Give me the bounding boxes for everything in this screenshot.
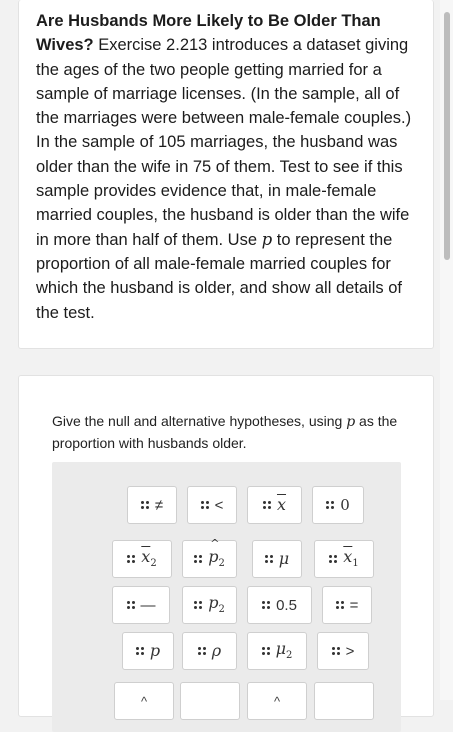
tile-equals[interactable]: = (322, 586, 372, 624)
tile-label-base: p (208, 538, 219, 565)
tile-label: — (140, 596, 156, 614)
tile-label: > (345, 642, 355, 660)
drag-handle-icon (197, 647, 206, 655)
tile-p-2[interactable]: p2 (182, 586, 237, 624)
tile-label: p2 (208, 595, 225, 615)
tile-p-hat-2[interactable]: p2 (182, 538, 237, 578)
tile-mu-2[interactable]: μ2 (247, 632, 307, 670)
question-prompt: Give the null and alternative hypotheses… (52, 411, 402, 454)
tile-label-base: x (343, 547, 353, 566)
tile-not-equal[interactable]: ≠ (127, 486, 177, 524)
tile-label-base: p (208, 593, 219, 612)
prompt-part-1: Give the null and alternative hypotheses… (52, 413, 347, 429)
tile-x-bar-1[interactable]: x1 (314, 540, 374, 578)
tile-label: 0 (340, 495, 350, 514)
hat-icon: ^ (273, 693, 281, 709)
tile-label: ρ (211, 641, 222, 660)
tile-label: p2 (208, 538, 225, 569)
tile-label: 0.5 (276, 596, 297, 614)
prompt-variable: p (346, 414, 356, 430)
question-card: Give the null and alternative hypotheses… (18, 375, 434, 732)
tile-label: μ (278, 549, 290, 568)
tile-rho[interactable]: ρ (182, 632, 237, 670)
problem-variable: p (261, 229, 273, 249)
drag-handle-icon (135, 647, 144, 655)
symbol-palette: ≠ < x 0 x2 p2 μ x1 — p2 (52, 462, 401, 732)
tile-x-bar-2[interactable]: x2 (112, 540, 172, 578)
tile-label-base: μ (275, 639, 287, 658)
drag-handle-icon (127, 555, 136, 563)
drag-handle-icon (262, 501, 271, 509)
tile-mu[interactable]: μ (252, 540, 302, 578)
tile-label-sub: 2 (286, 650, 293, 661)
hat-icon: ^ (140, 693, 148, 709)
tile-less-than[interactable]: < (187, 486, 237, 524)
drag-handle-icon (261, 647, 270, 655)
tile-p[interactable]: p (122, 632, 174, 670)
scrollbar-thumb[interactable] (444, 12, 450, 260)
tile-label-sub: 2 (218, 558, 225, 569)
tile-label-base: x (141, 547, 151, 566)
drag-handle-icon (329, 555, 338, 563)
tile-label-sub: 2 (218, 604, 225, 615)
drag-handle-icon (200, 501, 209, 509)
tile-minus[interactable]: — (112, 586, 170, 624)
tile-partial-2[interactable] (180, 682, 240, 720)
drag-handle-icon (326, 501, 335, 509)
drag-handle-icon (194, 601, 203, 609)
drag-handle-icon (194, 555, 203, 563)
tile-label: x1 (343, 549, 358, 569)
drag-handle-icon (126, 601, 135, 609)
tile-label: x2 (141, 549, 156, 569)
tile-label-sub: 2 (150, 558, 157, 569)
tile-label: < (214, 496, 224, 514)
tile-partial-1[interactable]: ^ (114, 682, 174, 720)
tile-label: ≠ (154, 496, 164, 514)
tile-zero[interactable]: 0 (312, 486, 364, 524)
tile-x-bar[interactable]: x (247, 486, 302, 524)
problem-text: Are Husbands More Likely to Be Older Tha… (36, 9, 422, 325)
tile-label: = (349, 596, 359, 614)
problem-body-1: Exercise 2.213 introduces a dataset givi… (36, 36, 412, 249)
tile-half[interactable]: 0.5 (247, 586, 312, 624)
tile-label: x (276, 495, 287, 514)
drag-handle-icon (262, 601, 271, 609)
drag-handle-icon (264, 555, 273, 563)
drag-handle-icon (331, 647, 340, 655)
tile-partial-3[interactable]: ^ (247, 682, 307, 720)
tile-label: p (149, 641, 161, 660)
tile-greater-than[interactable]: > (317, 632, 369, 670)
drag-handle-icon (140, 501, 149, 509)
tile-label: μ2 (276, 641, 293, 661)
tile-label-sub: 1 (352, 558, 359, 569)
problem-card: Are Husbands More Likely to Be Older Tha… (18, 0, 434, 349)
tile-partial-4[interactable] (314, 682, 374, 720)
drag-handle-icon (335, 601, 344, 609)
